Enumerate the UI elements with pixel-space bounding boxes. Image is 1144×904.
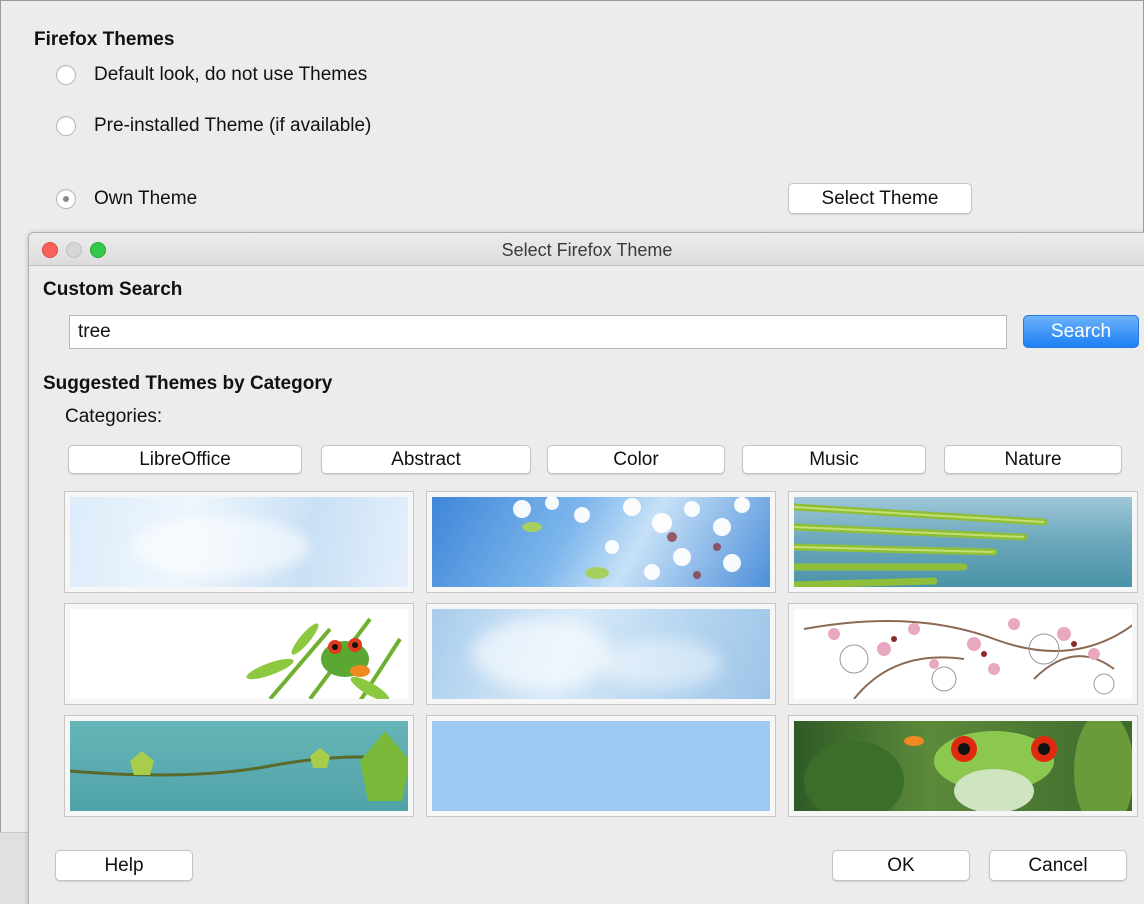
category-color-button[interactable]: Color: [547, 445, 725, 474]
category-abstract-button[interactable]: Abstract: [321, 445, 531, 474]
theme-preview-image: [432, 721, 770, 811]
category-nature-button[interactable]: Nature: [944, 445, 1122, 474]
radio-label: Pre-installed Theme (if available): [94, 115, 372, 136]
theme-preview-image: [794, 609, 1132, 699]
select-theme-button[interactable]: Select Theme: [788, 183, 972, 214]
theme-tile-cherry-blossom-sky[interactable]: [426, 491, 776, 593]
radio-button[interactable]: [56, 65, 76, 85]
theme-preview-image: [70, 497, 408, 587]
section-title: Firefox Themes: [34, 29, 175, 50]
theme-tile-vine-leaves-teal[interactable]: [64, 715, 414, 817]
custom-search-title: Custom Search: [43, 279, 183, 300]
theme-tile-plain-light-blue[interactable]: [426, 715, 776, 817]
suggested-themes-title: Suggested Themes by Category: [43, 373, 333, 394]
radio-preinstalled-theme[interactable]: Pre-installed Theme (if available): [56, 115, 371, 137]
radio-button-selected[interactable]: [56, 189, 76, 209]
radio-own-theme[interactable]: Own Theme: [56, 188, 197, 210]
theme-tile-pink-blossom-swirl[interactable]: [788, 603, 1138, 705]
theme-tile-palm-leaf-sea[interactable]: [788, 491, 1138, 593]
theme-tile-light-clouds[interactable]: [64, 491, 414, 593]
theme-preview-image: [70, 609, 408, 699]
category-music-button[interactable]: Music: [742, 445, 926, 474]
theme-preview-image: [70, 721, 408, 811]
dialog-title: Select Firefox Theme: [501, 240, 673, 260]
background-strip: [0, 832, 28, 904]
theme-tile-red-eyed-tree-frog[interactable]: [788, 715, 1138, 817]
cancel-button[interactable]: Cancel: [989, 850, 1127, 881]
select-theme-dialog: Select Firefox Theme Custom Search Searc…: [28, 232, 1144, 904]
radio-label: Own Theme: [94, 188, 198, 209]
radio-label: Default look, do not use Themes: [94, 64, 368, 85]
dialog-titlebar: Select Firefox Theme: [29, 233, 1144, 266]
ok-button[interactable]: OK: [832, 850, 970, 881]
help-button[interactable]: Help: [55, 850, 193, 881]
theme-tile-sky-clouds[interactable]: [426, 603, 776, 705]
theme-preview-image: [794, 721, 1132, 811]
theme-preview-image: [794, 497, 1132, 587]
radio-button[interactable]: [56, 116, 76, 136]
radio-dot: [63, 196, 69, 202]
radio-default-look[interactable]: Default look, do not use Themes: [56, 64, 367, 86]
theme-preview-image: [432, 497, 770, 587]
categories-label: Categories:: [65, 406, 163, 427]
search-button[interactable]: Search: [1023, 315, 1139, 348]
theme-preview-image: [432, 609, 770, 699]
category-libreoffice-button[interactable]: LibreOffice: [68, 445, 302, 474]
theme-tile-tree-frog-bamboo[interactable]: [64, 603, 414, 705]
search-input[interactable]: [69, 315, 1007, 349]
